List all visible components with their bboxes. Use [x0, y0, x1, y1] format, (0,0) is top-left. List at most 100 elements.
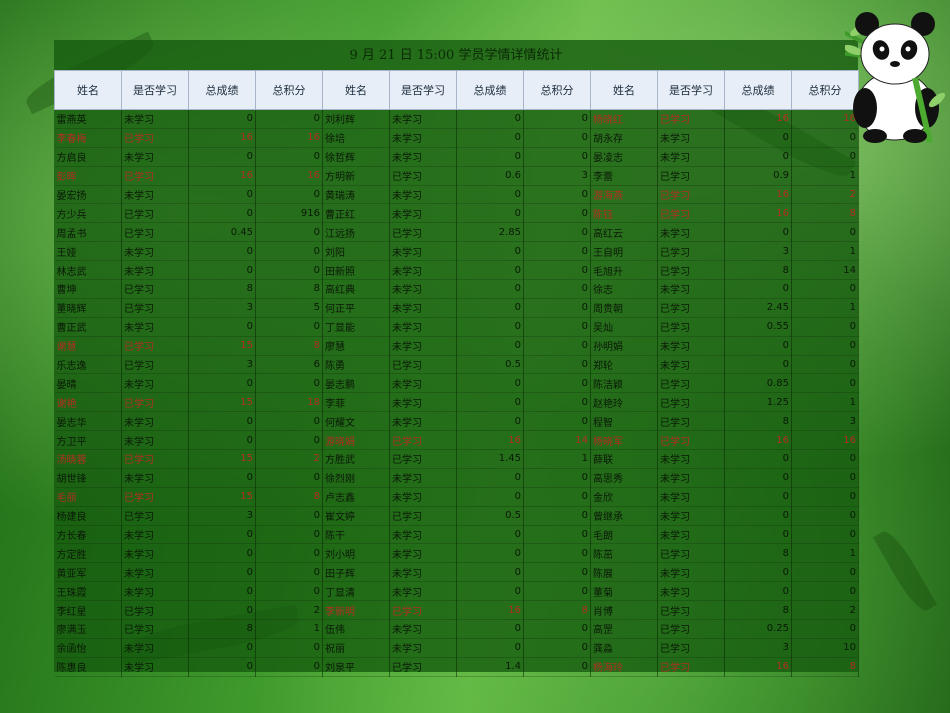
- total-points-cell: 0: [523, 241, 591, 262]
- total-score-cell: 8: [724, 411, 792, 432]
- student-name-cell: 卢志鑫: [322, 487, 390, 507]
- student-name-cell: 刘泉平: [322, 657, 390, 677]
- table-row: 杨建良 已学习 3 0 崔文婷 已学习 0.5 0 曾继承 未学习 0 0: [54, 506, 859, 526]
- study-status-cell: 未学习: [121, 525, 189, 545]
- study-status-cell: 已学习: [657, 600, 725, 621]
- total-points-cell: 1: [255, 619, 323, 639]
- study-status-cell: 已学习: [657, 317, 725, 337]
- study-status-cell: 未学习: [657, 487, 725, 507]
- student-name-cell: 李春梅: [54, 128, 122, 148]
- study-status-cell: 未学习: [121, 543, 189, 564]
- total-score-cell: 0: [724, 525, 792, 545]
- total-score-cell: 0: [188, 373, 256, 394]
- study-status-cell: 已学习: [657, 392, 725, 413]
- student-name-cell: 丁显清: [322, 581, 390, 602]
- total-score-cell: 15: [188, 487, 256, 507]
- total-score-cell: 2.45: [724, 298, 792, 318]
- total-points-cell: 0: [523, 260, 591, 281]
- total-points-cell: 16: [255, 128, 323, 148]
- student-name-cell: 毛旭升: [590, 260, 658, 281]
- student-name-cell: 曾继承: [590, 506, 658, 526]
- total-points-cell: 0: [523, 279, 591, 299]
- study-status-cell: 已学习: [121, 619, 189, 639]
- total-points-cell: 8: [523, 600, 591, 621]
- total-score-cell: 0: [724, 128, 792, 148]
- table-row: 晏晴 未学习 0 0 晏志鹏 未学习 0 0 陈洁颖 已学习 0.85 0: [54, 373, 859, 394]
- student-name-cell: 彭晖: [54, 166, 122, 186]
- student-name-cell: 晏志鹏: [322, 373, 390, 394]
- total-score-cell: 0.85: [724, 373, 792, 394]
- student-name-cell: 伍伟: [322, 619, 390, 639]
- study-status-cell: 已学习: [657, 638, 725, 658]
- total-score-cell: 3: [188, 355, 256, 375]
- total-points-cell: 0: [255, 657, 323, 677]
- table-row: 方卫平 未学习 0 0 游晓娟 已学习 16 14 杨晓军 已学习 16 16: [54, 430, 859, 451]
- study-status-cell: 已学习: [657, 203, 725, 224]
- header-studied: 是否学习: [389, 70, 457, 110]
- student-name-cell: 高思秀: [590, 468, 658, 488]
- total-points-cell: 0: [523, 411, 591, 432]
- total-score-cell: 0: [456, 525, 524, 545]
- student-name-cell: 刘小明: [322, 543, 390, 564]
- student-name-cell: 游海燕: [590, 185, 658, 205]
- table-row: 董晓辉 已学习 3 5 何正平 未学习 0 0 周贵朝 已学习 2.45 1: [54, 298, 859, 318]
- total-score-cell: 16: [724, 185, 792, 205]
- total-score-cell: 0: [188, 260, 256, 281]
- total-points-cell: 0: [523, 506, 591, 526]
- total-score-cell: 16: [188, 128, 256, 148]
- study-status-cell: 已学习: [657, 411, 725, 432]
- total-score-cell: 16: [456, 600, 524, 621]
- total-score-cell: 0: [188, 581, 256, 602]
- study-status-cell: 未学习: [657, 222, 725, 243]
- student-name-cell: 董晓辉: [54, 298, 122, 318]
- total-points-cell: 0: [523, 298, 591, 318]
- student-name-cell: 曹坤: [54, 279, 122, 299]
- study-status-cell: 未学习: [389, 203, 457, 224]
- header-name: 姓名: [590, 70, 658, 110]
- table-row: 方少兵 已学习 0 916 曹正红 未学习 0 0 陈钰 已学习 16 8: [54, 203, 859, 224]
- total-score-cell: 0: [456, 203, 524, 224]
- table-row: 晏宏扬 未学习 0 0 黄瑞涛 未学习 0 0 游海燕 已学习 16 2: [54, 185, 859, 205]
- total-score-cell: 0: [188, 638, 256, 658]
- total-score-cell: 0: [456, 487, 524, 507]
- total-score-cell: 2.85: [456, 222, 524, 243]
- total-score-cell: 16: [724, 203, 792, 224]
- header-total-score: 总成绩: [724, 70, 792, 110]
- study-status-cell: 未学习: [389, 581, 457, 602]
- total-score-cell: 0: [456, 298, 524, 318]
- student-name-cell: 徐哲辉: [322, 147, 390, 167]
- study-status-cell: 未学习: [657, 147, 725, 167]
- total-points-cell: 0: [523, 185, 591, 205]
- total-points-cell: 2: [791, 185, 859, 205]
- study-status-cell: 未学习: [657, 468, 725, 488]
- study-status-cell: 已学习: [657, 657, 725, 677]
- student-name-cell: 金欣: [590, 487, 658, 507]
- study-status-cell: 已学习: [389, 222, 457, 243]
- study-status-cell: 已学习: [657, 543, 725, 564]
- student-name-cell: 赵艳玲: [590, 392, 658, 413]
- total-score-cell: 0.6: [456, 166, 524, 186]
- study-status-cell: 已学习: [121, 392, 189, 413]
- study-status-cell: 已学习: [657, 298, 725, 318]
- study-status-cell: 未学习: [389, 619, 457, 639]
- study-status-cell: 未学习: [657, 506, 725, 526]
- total-points-cell: 0: [791, 506, 859, 526]
- total-points-cell: 0: [255, 525, 323, 545]
- study-status-cell: 已学习: [389, 166, 457, 186]
- study-status-cell: 已学习: [389, 600, 457, 621]
- student-name-cell: 李蕾: [590, 166, 658, 186]
- background-leaf: [872, 526, 938, 616]
- total-points-cell: 0: [523, 562, 591, 583]
- total-score-cell: 0.55: [724, 317, 792, 337]
- total-score-cell: 3: [724, 241, 792, 262]
- sheet-title: 9 月 21 日 15:00 学员学情详情统计: [349, 48, 563, 63]
- total-points-cell: 8: [791, 203, 859, 224]
- student-name-cell: 廖满玉: [54, 619, 122, 639]
- total-points-cell: 0: [791, 468, 859, 488]
- student-name-cell: 曹正武: [54, 317, 122, 337]
- study-status-cell: 未学习: [657, 525, 725, 545]
- total-points-cell: 0: [523, 317, 591, 337]
- total-points-cell: 0: [255, 241, 323, 262]
- total-score-cell: 0: [724, 562, 792, 583]
- student-name-cell: 祝丽: [322, 638, 390, 658]
